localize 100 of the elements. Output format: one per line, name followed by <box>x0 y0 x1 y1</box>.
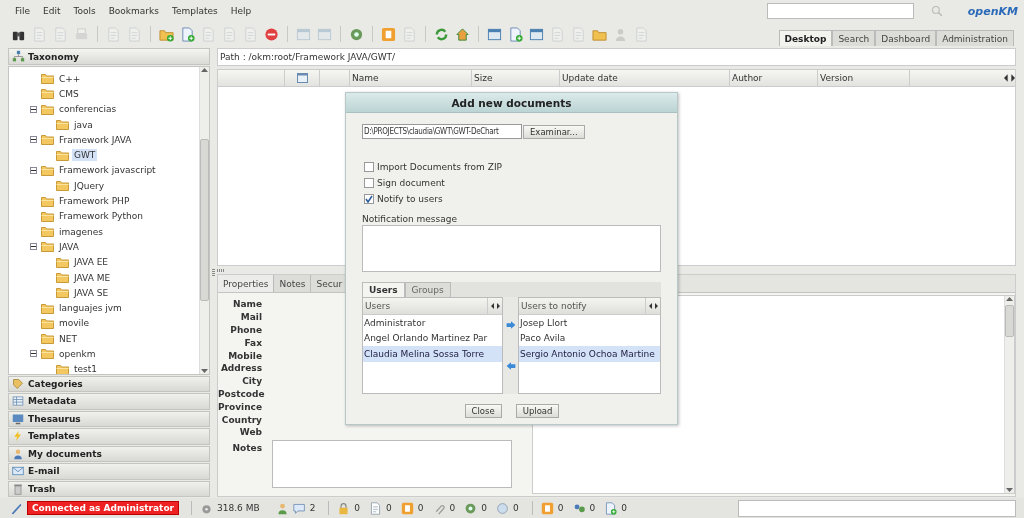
browse-button[interactable]: Examinar... <box>523 124 585 139</box>
menu-item[interactable]: File <box>15 6 31 16</box>
expander[interactable] <box>30 350 37 358</box>
panel-header[interactable]: E-mail <box>8 463 210 480</box>
tree-item[interactable]: GWT <box>72 149 98 162</box>
field-label: Province <box>218 401 262 412</box>
dialog-button[interactable]: Close <box>464 404 502 418</box>
status-field[interactable] <box>738 499 1016 517</box>
list-item[interactable]: Angel Orlando Martinez Par <box>363 330 502 346</box>
window-icon <box>296 73 308 83</box>
tree-item[interactable]: JAVA SE <box>72 286 111 299</box>
column-header[interactable]: Users <box>365 301 391 311</box>
panel-header[interactable]: Thesaurus <box>8 410 210 427</box>
panel-header[interactable]: Taxonomy <box>8 48 210 65</box>
tab[interactable]: Notes <box>274 275 312 292</box>
tree-item[interactable]: JAVA ME <box>72 271 113 284</box>
folder-icon <box>41 226 54 238</box>
tree-item[interactable]: JAVA EE <box>72 256 111 269</box>
document-icon <box>369 501 383 515</box>
splitter[interactable] <box>217 268 225 272</box>
folder-icon <box>41 241 54 253</box>
dialog-button[interactable]: Upload <box>515 404 560 418</box>
tree-item[interactable]: JAVA <box>57 240 81 253</box>
tab[interactable]: Users <box>362 282 405 297</box>
field-label: Postcode <box>218 388 262 399</box>
folder-icon <box>41 302 54 314</box>
checkbox-label: Sign document <box>377 178 445 188</box>
tree-item[interactable]: languajes jvm <box>57 302 124 315</box>
tree-item[interactable]: conferencias <box>57 103 119 116</box>
column-header[interactable]: Update date <box>560 70 730 86</box>
tab[interactable]: Dashboard <box>875 30 937 46</box>
list-item[interactable]: Claudia Melina Sossa Torre <box>363 346 502 362</box>
tree-item[interactable]: Framework javascript <box>57 164 158 177</box>
tree-item[interactable]: Framework Python <box>57 210 145 223</box>
add-document-icon <box>179 26 195 42</box>
tree-item[interactable]: NET <box>57 332 79 345</box>
list-item[interactable]: Administrator <box>363 315 502 331</box>
expander[interactable] <box>30 243 37 251</box>
field-label: Notes <box>231 441 262 455</box>
arrow-left-icon[interactable] <box>505 360 516 371</box>
expander[interactable] <box>30 166 37 174</box>
document-icon <box>105 26 121 42</box>
panel-header[interactable]: Templates <box>8 428 210 445</box>
folder-icon <box>56 119 69 131</box>
folder-icon <box>56 149 69 161</box>
menu-item[interactable]: Tools <box>73 6 96 16</box>
document-icon <box>31 26 47 42</box>
expander[interactable] <box>30 105 37 113</box>
panel-header[interactable]: Metadata <box>8 393 210 410</box>
tree-item[interactable]: openkm <box>57 348 98 360</box>
scrollbar-thumb[interactable] <box>1005 305 1014 337</box>
list-item[interactable]: Sergio Antonio Ochoa Martine <box>519 346 660 362</box>
add-document-icon <box>507 26 523 42</box>
column-header[interactable]: Name <box>350 70 472 86</box>
folder-icon <box>56 272 69 283</box>
menu-item[interactable]: Help <box>230 6 252 16</box>
tree-item[interactable]: test1 <box>72 363 99 374</box>
message-field[interactable] <box>362 225 661 272</box>
panel-header[interactable]: Categories <box>8 375 210 392</box>
checkbox[interactable] <box>364 162 374 172</box>
tree-item[interactable]: Framework JAVA <box>57 133 134 146</box>
scrollbar-thumb[interactable] <box>200 139 209 302</box>
panel-title: Thesaurus <box>28 413 81 424</box>
scrollbar[interactable] <box>199 67 209 374</box>
menu-item[interactable]: Edit <box>43 6 61 16</box>
column-header[interactable]: Author <box>730 70 818 86</box>
trash-icon <box>12 482 24 495</box>
panel-header[interactable]: My documents <box>8 445 210 462</box>
list-item[interactable]: Josep Llort <box>519 315 660 331</box>
column-header[interactable]: Size <box>472 70 560 86</box>
tab[interactable]: Groups <box>404 282 451 297</box>
checkbox[interactable] <box>364 178 374 188</box>
tree-item[interactable]: CMS <box>57 87 81 100</box>
arrow-right-icon[interactable] <box>505 320 516 331</box>
file-field[interactable]: D:\PROJECTS\claudia\GWT\GWT-DeChart <box>362 124 522 139</box>
tree-item[interactable]: C++ <box>57 72 83 85</box>
arrow-up-icon <box>201 67 208 72</box>
column-header[interactable]: Users to notify <box>521 301 587 311</box>
search-icon[interactable] <box>930 5 943 17</box>
tab[interactable]: Desktop <box>778 30 833 46</box>
tab[interactable]: Search <box>832 30 876 46</box>
scrollbar[interactable] <box>1004 296 1014 493</box>
column-header[interactable]: Version <box>818 70 910 86</box>
search-field[interactable] <box>766 3 914 19</box>
panel-header[interactable]: Trash <box>8 480 210 497</box>
expander[interactable] <box>30 136 37 144</box>
list-item[interactable]: Paco Avila <box>519 330 660 346</box>
tree-item[interactable]: movile <box>57 317 92 330</box>
notes-field[interactable] <box>272 439 512 488</box>
tree-item[interactable]: imagenes <box>57 225 105 238</box>
arrow-down-icon <box>1006 488 1013 493</box>
tree-item[interactable]: Framework PHP <box>57 195 132 207</box>
checkbox[interactable] <box>364 194 374 204</box>
menu-item[interactable]: Templates <box>171 6 218 16</box>
tab[interactable]: Administration <box>936 30 1014 46</box>
tree-item[interactable]: java <box>72 118 95 131</box>
tab[interactable]: Properties <box>218 275 275 292</box>
menu-item[interactable]: Bookmarks <box>108 6 159 16</box>
field-label: Name <box>231 299 262 310</box>
tree-item[interactable]: JQuery <box>72 179 106 192</box>
